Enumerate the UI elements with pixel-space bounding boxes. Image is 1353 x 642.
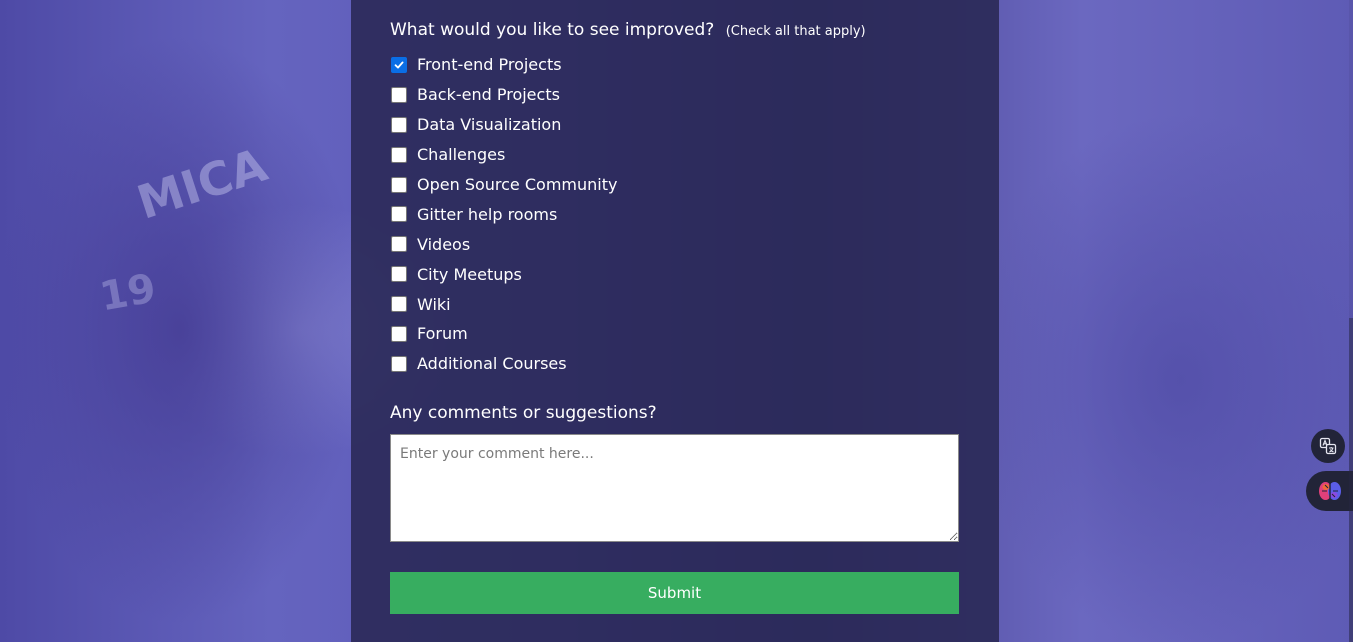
translate-extension-button[interactable] — [1311, 429, 1345, 463]
option-checkbox[interactable] — [391, 86, 407, 103]
option-label[interactable]: Videos — [417, 235, 470, 254]
option-label[interactable]: City Meetups — [417, 265, 522, 284]
checkbox-row[interactable]: Gitter help rooms — [390, 199, 617, 229]
option-checkbox[interactable] — [391, 236, 407, 253]
improve-question-hint: (Check all that apply) — [725, 24, 866, 39]
brain-icon — [1318, 482, 1341, 500]
option-checkbox[interactable] — [391, 355, 407, 372]
option-checkbox[interactable] — [391, 176, 407, 193]
improve-question: What would you like to see improved? (Ch… — [390, 20, 866, 40]
checkbox-row[interactable]: Challenges — [390, 140, 617, 170]
checkbox-row[interactable]: Data Visualization — [390, 110, 617, 140]
checkbox-row[interactable]: Back-end Projects — [390, 80, 617, 110]
checkbox-row[interactable]: Wiki — [390, 289, 617, 319]
option-label[interactable]: Gitter help rooms — [417, 205, 557, 224]
improvement-checkbox-list: Front-end Projects Back-end Projects Data … — [390, 50, 617, 379]
background-shirt-number: 19 — [96, 265, 160, 321]
checkbox-row[interactable]: City Meetups — [390, 259, 617, 289]
submit-button[interactable]: Submit — [390, 572, 959, 614]
option-label[interactable]: Challenges — [417, 145, 505, 164]
comments-label: Any comments or suggestions? — [390, 403, 657, 423]
comment-textarea[interactable] — [390, 434, 959, 542]
improve-question-text: What would you like to see improved? — [390, 20, 715, 40]
option-label[interactable]: Back-end Projects — [417, 85, 560, 104]
checkbox-row[interactable]: Open Source Community — [390, 170, 617, 200]
option-label[interactable]: Front-end Projects — [417, 55, 562, 74]
option-label[interactable]: Wiki — [417, 295, 451, 314]
option-label[interactable]: Open Source Community — [417, 175, 617, 194]
option-checkbox[interactable] — [391, 266, 407, 283]
option-checkbox[interactable] — [391, 206, 407, 223]
option-checkbox[interactable] — [391, 56, 407, 73]
checkbox-row[interactable]: Forum — [390, 319, 617, 349]
check-icon — [394, 61, 404, 69]
checkbox-row[interactable]: Front-end Projects — [390, 50, 617, 80]
ai-assistant-extension-button[interactable] — [1306, 471, 1353, 511]
option-label[interactable]: Data Visualization — [417, 115, 561, 134]
scrollbar-thumb[interactable] — [1349, 318, 1353, 642]
option-label[interactable]: Forum — [417, 324, 468, 343]
page-scrollbar[interactable] — [1349, 0, 1353, 642]
option-checkbox[interactable] — [391, 146, 407, 163]
option-checkbox[interactable] — [391, 325, 407, 342]
checkbox-row[interactable]: Videos — [390, 229, 617, 259]
option-checkbox[interactable] — [391, 116, 407, 133]
option-label[interactable]: Additional Courses — [417, 354, 567, 373]
checkbox-row[interactable]: Additional Courses — [390, 349, 617, 379]
option-checkbox[interactable] — [391, 296, 407, 313]
translate-icon — [1319, 437, 1337, 455]
